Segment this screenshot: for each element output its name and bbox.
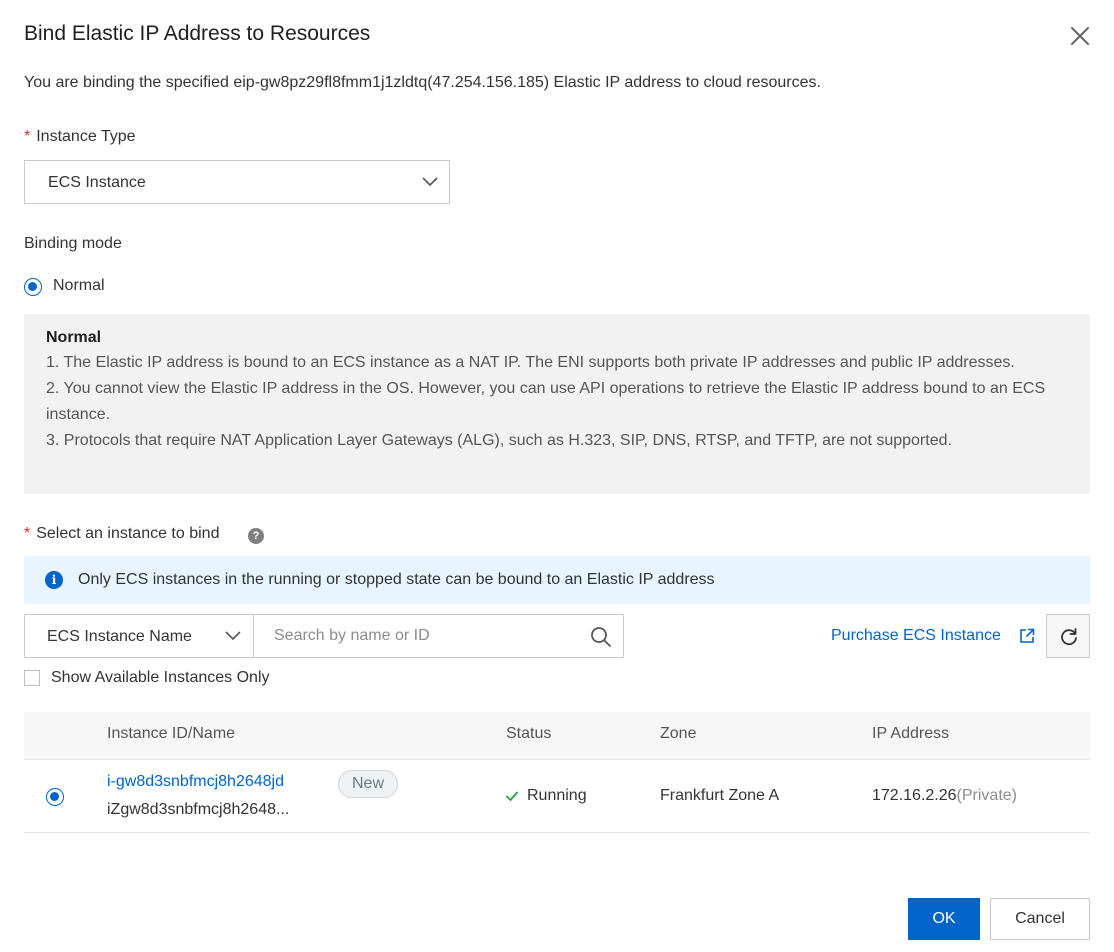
- search-input[interactable]: [274, 627, 574, 645]
- refresh-button[interactable]: [1046, 614, 1090, 658]
- help-icon[interactable]: ?: [248, 528, 264, 544]
- ip-address: 172.16.2.26: [872, 787, 957, 804]
- info-icon: i: [45, 571, 63, 589]
- check-icon: [505, 791, 519, 802]
- required-mark: *: [24, 525, 31, 542]
- chevron-down-icon: [225, 631, 241, 641]
- close-icon[interactable]: [1068, 24, 1092, 48]
- search-field-value: ECS Instance Name: [47, 628, 192, 645]
- instance-type-select[interactable]: ECS Instance: [24, 160, 450, 204]
- refresh-icon: [1061, 628, 1077, 646]
- external-link-icon[interactable]: [1019, 628, 1035, 644]
- info-heading: Normal: [46, 329, 102, 346]
- cancel-button[interactable]: Cancel: [990, 898, 1090, 940]
- column-header-ip: IP Address: [872, 725, 950, 742]
- new-badge: New: [338, 770, 398, 798]
- notice-banner: i Only ECS instances in the running or s…: [24, 556, 1090, 604]
- select-instance-label-text: Select an instance to bind: [36, 525, 220, 542]
- dialog-description: You are binding the specified eip-gw8pz2…: [24, 74, 821, 91]
- purchase-ecs-link[interactable]: Purchase ECS Instance: [831, 627, 1001, 645]
- instance-id-link[interactable]: i-gw8d3snbfmcj8h2648jd: [107, 773, 284, 791]
- info-line-3: 3. Protocols that require NAT Applicatio…: [46, 432, 952, 449]
- ok-button[interactable]: OK: [908, 898, 980, 940]
- instance-status: Running: [527, 787, 587, 804]
- info-line-2: 2. You cannot view the Elastic IP addres…: [46, 380, 1046, 423]
- available-only-label[interactable]: Show Available Instances Only: [51, 669, 270, 687]
- binding-mode-info: Normal 1. The Elastic IP address is boun…: [24, 314, 1090, 494]
- column-header-instance: Instance ID/Name: [107, 725, 236, 742]
- ip-type: (Private): [956, 787, 1017, 804]
- instance-type-label-text: Instance Type: [36, 128, 136, 145]
- binding-mode-label: Binding mode: [24, 235, 122, 252]
- select-instance-label: * Select an instance to bind: [24, 525, 219, 543]
- binding-mode-normal-radio[interactable]: [24, 278, 42, 296]
- notice-text: Only ECS instances in the running or sto…: [78, 571, 715, 588]
- dialog-title: Bind Elastic IP Address to Resources: [24, 22, 371, 45]
- column-header-zone: Zone: [660, 725, 697, 742]
- available-only-checkbox[interactable]: [24, 670, 40, 686]
- column-header-status: Status: [506, 725, 552, 742]
- instance-zone: Frankfurt Zone A: [660, 787, 780, 804]
- row-select-radio[interactable]: [46, 788, 64, 806]
- required-mark: *: [24, 128, 31, 145]
- search-box: [253, 614, 624, 658]
- instance-type-label: * Instance Type: [24, 128, 136, 146]
- chevron-down-icon: [422, 177, 438, 187]
- search-icon[interactable]: [590, 626, 612, 648]
- search-field-select[interactable]: ECS Instance Name: [24, 614, 254, 658]
- instance-ip: 172.16.2.26(Private): [872, 787, 1017, 805]
- binding-mode-normal-label[interactable]: Normal: [53, 277, 105, 295]
- info-line-1: 1. The Elastic IP address is bound to an…: [46, 354, 1015, 371]
- instance-type-value: ECS Instance: [48, 174, 146, 191]
- instance-name: iZgw8d3snbfmcj8h2648...: [107, 801, 290, 818]
